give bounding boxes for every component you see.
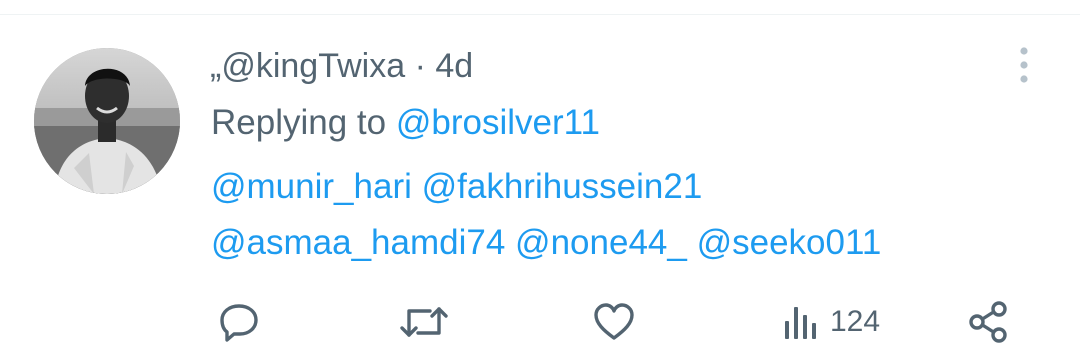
avatar[interactable] [34, 48, 180, 194]
more-options-button[interactable] [1009, 44, 1039, 86]
separator-dot: · [414, 47, 426, 85]
mention-link[interactable]: @fakhrihussein21 [422, 167, 703, 206]
tweet[interactable]: „@kingTwixa · 4d Replying to @brosilver1… [0, 0, 1080, 364]
retweet-button[interactable] [398, 296, 450, 348]
mentions-line-1: @munir_hari @fakhrihussein21 [211, 166, 702, 208]
mention-link[interactable]: @none44_ [515, 223, 687, 262]
user-handle[interactable]: @kingTwixa [221, 47, 405, 85]
reply-icon [220, 304, 258, 342]
reply-button[interactable] [216, 296, 262, 348]
timestamp[interactable]: 4d [435, 47, 473, 85]
mentions-line-2: @asmaa_hamdi74 @none44_ @seeko011 [211, 222, 881, 264]
share-button[interactable] [966, 296, 1012, 348]
display-name[interactable]: „ [210, 47, 221, 85]
action-bar: 124 [0, 296, 1080, 348]
avatar-image [34, 48, 180, 194]
share-icon [969, 301, 1007, 343]
replying-to-mention[interactable]: @brosilver11 [396, 103, 600, 142]
mention-link[interactable]: @munir_hari [211, 167, 412, 206]
heart-icon [594, 303, 634, 340]
replying-prefix: Replying to [211, 103, 387, 142]
views-count: 124 [830, 305, 881, 338]
mention-link[interactable]: @asmaa_hamdi74 [211, 223, 505, 262]
tweet-header: „@kingTwixa · 4d [210, 46, 473, 86]
like-button[interactable] [591, 296, 637, 348]
more-vertical-icon [1020, 47, 1028, 83]
mention-link[interactable]: @seeko011 [697, 223, 882, 262]
retweet-icon [400, 307, 448, 337]
views-icon [785, 307, 816, 339]
replying-to: Replying to @brosilver11 [211, 102, 600, 144]
views-button[interactable]: 124 [782, 296, 880, 348]
